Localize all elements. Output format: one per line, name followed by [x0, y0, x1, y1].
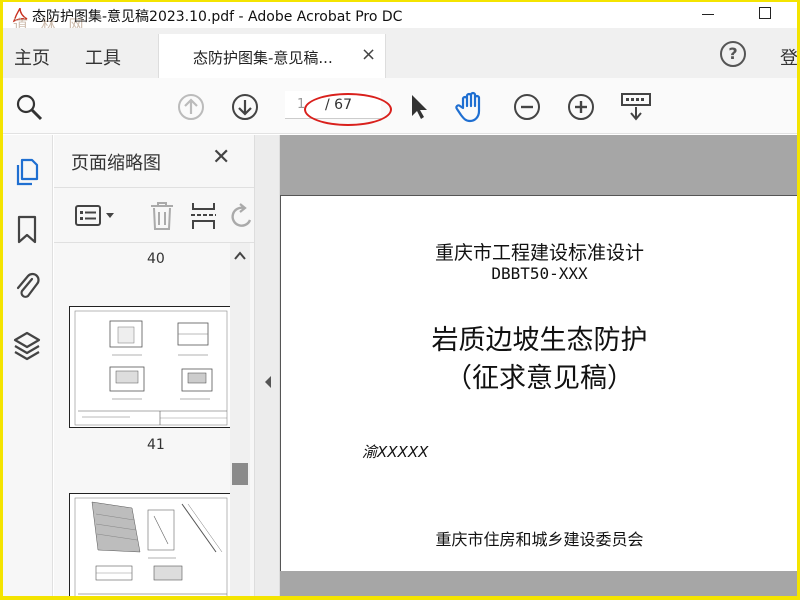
layers-icon[interactable] [12, 330, 42, 362]
page-thumbnail[interactable] [69, 493, 231, 596]
tab-document-label: 态防护图集-意见稿... [193, 49, 333, 67]
page-up-icon[interactable] [177, 93, 205, 121]
tab-tools[interactable]: 工具 [85, 44, 121, 70]
pages-thumbnails-icon[interactable] [13, 157, 41, 187]
thumbnail-list[interactable]: 40 41 [54, 243, 254, 596]
doc-title: 岩质边坡生态防护 [431, 325, 648, 356]
hand-tool-icon[interactable] [455, 90, 489, 124]
delete-icon[interactable] [148, 200, 176, 232]
scroll-up-arrow-icon[interactable] [233, 251, 247, 261]
doc-standard-number: DBBT50-XXX [491, 264, 588, 283]
maximize-button[interactable] [759, 7, 771, 19]
page-thumbnails-panel: 页面缩略图 ✕ 40 41 [54, 135, 254, 596]
left-navigation-rail [3, 135, 53, 596]
attachment-icon[interactable] [13, 270, 41, 302]
minimize-button[interactable] [702, 14, 714, 15]
annotation-ellipse [304, 93, 392, 126]
zoom-out-icon[interactable] [513, 93, 541, 121]
toolbar: 1 / 67 [3, 78, 797, 134]
thumbnail-page-label: 40 [147, 251, 165, 267]
keyboard-scroll-icon[interactable] [620, 92, 652, 122]
login-button[interactable]: 登 [780, 44, 797, 70]
help-button[interactable]: ? [720, 41, 746, 67]
acrobat-window: 道 林 网 态防护图集-意见稿2023.10.pdf - Adobe Acrob… [3, 2, 797, 596]
thumbnail-scrollbar[interactable] [230, 243, 250, 596]
panel-title: 页面缩略图 [71, 153, 161, 174]
scrollbar-thumb[interactable] [232, 463, 248, 485]
panel-toolbar [54, 187, 254, 243]
extract-pages-icon[interactable] [190, 200, 218, 232]
doc-code: 渝XXXXX [362, 443, 429, 461]
options-menu-icon[interactable] [74, 204, 118, 228]
document-page: 重庆市工程建设标准设计 DBBT50-XXX 岩质边坡生态防护 （征求意见稿） … [280, 195, 797, 571]
document-viewport[interactable]: 重庆市工程建设标准设计 DBBT50-XXX 岩质边坡生态防护 （征求意见稿） … [280, 135, 797, 596]
thumbnail-drawing [74, 497, 228, 596]
doc-issuer: 重庆市住房和城乡建设委员会 [435, 530, 644, 549]
select-arrow-icon[interactable] [408, 92, 430, 122]
title-bar: 道 林 网 态防护图集-意见稿2023.10.pdf - Adobe Acrob… [3, 2, 797, 34]
thumbnail-page-label: 41 [147, 437, 165, 453]
doc-header-line: 重庆市工程建设标准设计 [434, 242, 644, 264]
doc-subtitle: （征求意见稿） [445, 363, 634, 394]
collapse-left-icon[interactable] [263, 375, 273, 389]
tab-document[interactable]: 态防护图集-意见稿... × [158, 34, 386, 78]
rotate-icon[interactable] [230, 200, 254, 232]
panel-close-button[interactable]: ✕ [212, 145, 230, 170]
search-zoom-icon[interactable] [14, 92, 44, 122]
tab-bar: 主页 工具 态防护图集-意见稿... × ? 登 [3, 28, 797, 78]
page-down-icon[interactable] [231, 93, 259, 121]
page-thumbnail[interactable] [69, 306, 231, 428]
zoom-in-icon[interactable] [567, 93, 595, 121]
tab-home[interactable]: 主页 [14, 44, 50, 70]
window-title: 态防护图集-意见稿2023.10.pdf - Adobe Acrobat Pro… [32, 9, 403, 25]
thumbnail-drawing [74, 310, 228, 426]
bookmark-icon[interactable] [15, 215, 39, 245]
tab-close-button[interactable]: × [361, 44, 376, 65]
panel-collapse-strip[interactable] [254, 135, 280, 596]
